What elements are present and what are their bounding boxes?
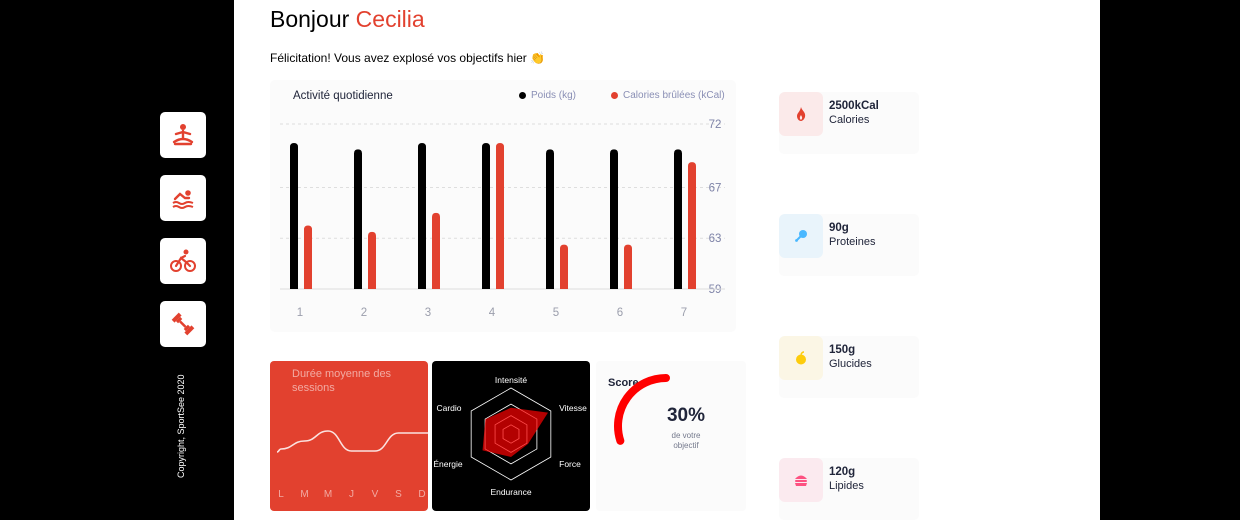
weight-bar (674, 149, 682, 289)
kpi-proteins-value: 90g (829, 222, 849, 234)
x-tick-label: 3 (425, 307, 431, 319)
cycling-icon (170, 249, 196, 272)
app-window: Copyright, SportSee 2020 Bonjour Cecilia… (0, 0, 1240, 520)
greeting-prefix: Bonjour (270, 6, 350, 32)
y-tick-label: 59 (709, 284, 722, 296)
swimming-icon (172, 190, 194, 209)
kpi-carbs: 150g Glucides (779, 336, 919, 398)
sidebar: Copyright, SportSee 2020 (0, 0, 234, 520)
score-caption: de votre objectif (596, 431, 746, 451)
day-label: M (300, 489, 308, 500)
sessions-line (276, 430, 428, 453)
kpi-proteins-label: Proteines (829, 236, 876, 248)
weight-bar (546, 149, 554, 289)
y-tick-label: 63 (709, 233, 722, 245)
chicken-leg-icon (795, 230, 807, 242)
x-tick-label: 4 (489, 307, 496, 319)
page-title: Bonjour Cecilia (270, 6, 425, 33)
y-tick-label: 72 (709, 119, 722, 131)
radar-axis-label: Endurance (490, 487, 531, 497)
copyright-text: Copyright, SportSee 2020 (176, 374, 186, 478)
radar-axis-label: Vitesse (559, 403, 587, 413)
kpi-calories-label: Calories (829, 114, 870, 126)
day-label: S (395, 489, 402, 500)
calories-bar (304, 225, 312, 289)
kpi-carbs-value: 150g (829, 344, 856, 356)
calories-bar (368, 231, 376, 289)
weight-bar (354, 149, 362, 289)
day-label: D (418, 489, 425, 500)
weight-bar (610, 149, 618, 289)
day-label: M (324, 489, 332, 500)
apple-icon (796, 351, 806, 365)
calories-bar (496, 143, 504, 289)
flame-icon (797, 107, 806, 121)
calories-bar (624, 244, 632, 289)
kpi-calories-value: 2500kCal (829, 100, 879, 112)
right-margin (1100, 0, 1240, 520)
radar-axis-label: Intensité (495, 375, 527, 385)
performance-radar-card: Intensité Vitesse Force Endurance Énergie Car… (432, 361, 590, 511)
sessions-chart-card: Durée moyenne des sessions LMMJVSD (270, 361, 428, 511)
calories-bar (688, 162, 696, 289)
calories-bar (432, 212, 440, 289)
sidebar-item-swimming[interactable] (160, 175, 206, 221)
performance-radar-chart: Intensité Vitesse Force Endurance Énergie Car… (433, 375, 587, 497)
kpi-lipids-value: 120g (829, 466, 856, 478)
kpi-lipids-label: Lipides (829, 480, 864, 492)
dashboard-main: Bonjour Cecilia Félicitation! Vous avez … (234, 0, 1100, 520)
score-caption-line1: de votre (671, 431, 701, 440)
burger-icon (795, 475, 807, 486)
sidebar-item-workout[interactable] (160, 301, 206, 347)
kpi-proteins-icon-box (779, 214, 823, 258)
sidebar-item-cycling[interactable] (160, 238, 206, 284)
x-tick-label: 6 (617, 307, 623, 319)
radar-axis-label: Énergie (433, 459, 463, 469)
radar-axis-label: Cardio (436, 403, 461, 413)
weight-bar (290, 143, 298, 289)
kpi-lipids-icon-box (779, 458, 823, 502)
kpi-carbs-icon-box (779, 336, 823, 380)
weight-bar (418, 143, 426, 289)
dumbbell-icon (171, 312, 195, 336)
sessions-line-chart: LMMJVSD (276, 430, 428, 500)
kpi-carbs-label: Glucides (829, 358, 872, 370)
yoga-icon (172, 124, 194, 146)
score-value: 30% (666, 405, 706, 426)
x-tick-label: 1 (297, 307, 303, 319)
sidebar-item-yoga[interactable] (160, 112, 206, 158)
radar-axis-label: Force (559, 459, 581, 469)
y-tick-label: 67 (709, 182, 722, 194)
x-tick-label: 5 (553, 307, 559, 319)
user-name: Cecilia (355, 6, 425, 32)
day-label: V (372, 489, 379, 500)
kpi-calories: 2500kCal Calories (779, 92, 919, 154)
calories-bar (560, 244, 568, 289)
activity-chart-card: Activité quotidienne Poids (kg) Calories… (270, 80, 736, 332)
day-label: J (349, 489, 354, 500)
score-card: Score 30% de votre objectif (596, 361, 746, 511)
x-tick-label: 7 (681, 307, 687, 319)
activity-bar-chart: 726763591 2 3 4 5 6 7 (280, 119, 725, 319)
kpi-lipids: 120g Lipides (779, 458, 919, 520)
congrats-message: Félicitation! Vous avez explosé vos obje… (270, 51, 546, 65)
day-label: L (278, 489, 284, 500)
kpi-calories-icon-box (779, 92, 823, 136)
kpi-proteins: 90g Proteines (779, 214, 919, 276)
x-tick-label: 2 (361, 307, 367, 319)
weight-bar (482, 143, 490, 289)
score-caption-line2: objectif (673, 441, 699, 450)
